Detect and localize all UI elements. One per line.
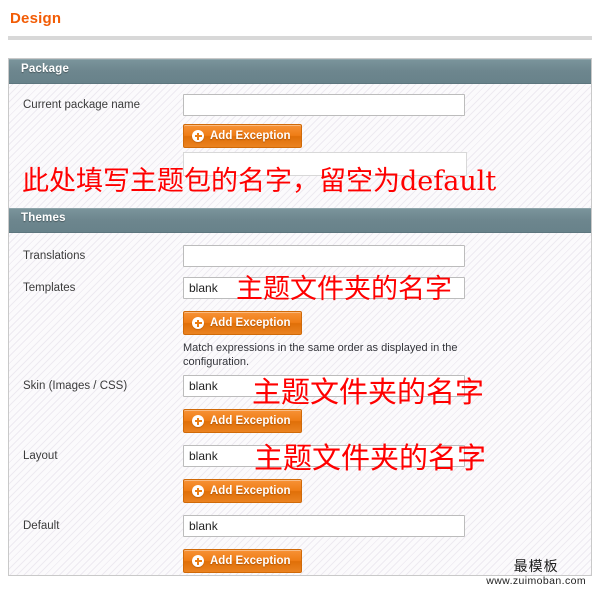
button-row-default: Add Exception [9, 549, 591, 575]
input-templates[interactable] [183, 277, 465, 299]
section-title-themes: Themes [21, 212, 66, 224]
field-row-templates: Templates [9, 275, 591, 307]
design-form-frame: Package Current package name Add Excepti… [8, 58, 592, 576]
add-exception-button-skin[interactable]: Add Exception [183, 409, 302, 433]
label-templates: Templates [23, 282, 76, 294]
plus-circle-icon [192, 317, 204, 329]
add-exception-button-templates[interactable]: Add Exception [183, 311, 302, 335]
plus-circle-icon [192, 485, 204, 497]
input-skin[interactable] [183, 375, 465, 397]
input-current-package-name[interactable] [183, 94, 465, 116]
label-current-package-name: Current package name [23, 99, 140, 111]
hint-templates: Match expressions in the same order as d… [183, 342, 458, 368]
plus-circle-icon [192, 555, 204, 567]
input-default[interactable] [183, 515, 465, 537]
button-row-skin: Add Exception [9, 409, 591, 437]
add-exception-button-package[interactable]: Add Exception [183, 124, 302, 148]
field-row-default: Default [9, 513, 591, 545]
design-config-page: Design Package Current package name Add … [0, 0, 600, 596]
plus-circle-icon [192, 130, 204, 142]
field-row-layout: Layout [9, 443, 591, 475]
label-skin: Skin (Images / CSS) [23, 380, 128, 392]
watermark-url: www.zuimoban.com [486, 575, 586, 587]
label-default: Default [23, 520, 60, 532]
button-row-package: Add Exception [9, 124, 591, 152]
label-translations: Translations [23, 250, 86, 262]
input-layout[interactable] [183, 445, 465, 467]
field-row-current-package-name: Current package name [9, 92, 591, 124]
section-title-package: Package [21, 63, 70, 75]
field-row-translations: Translations [9, 243, 591, 275]
add-exception-label: Add Exception [210, 485, 291, 497]
plus-circle-icon [192, 415, 204, 427]
add-exception-label: Add Exception [210, 555, 291, 567]
add-exception-label: Add Exception [210, 130, 291, 142]
add-exception-label: Add Exception [210, 415, 291, 427]
page-title: Design [10, 10, 62, 27]
add-exception-label: Add Exception [210, 317, 291, 329]
section-header-package[interactable]: Package [9, 59, 591, 84]
button-row-layout: Add Exception [9, 479, 591, 507]
button-row-templates: Add Exception [9, 311, 591, 339]
section-header-themes[interactable]: Themes [9, 208, 591, 233]
title-divider [8, 36, 592, 40]
add-exception-button-layout[interactable]: Add Exception [183, 479, 302, 503]
add-exception-button-default[interactable]: Add Exception [183, 549, 302, 573]
input-translations[interactable] [183, 245, 465, 267]
label-layout: Layout [23, 450, 58, 462]
input-package-exception-remnant[interactable] [183, 152, 467, 176]
field-row-skin: Skin (Images / CSS) [9, 373, 591, 405]
